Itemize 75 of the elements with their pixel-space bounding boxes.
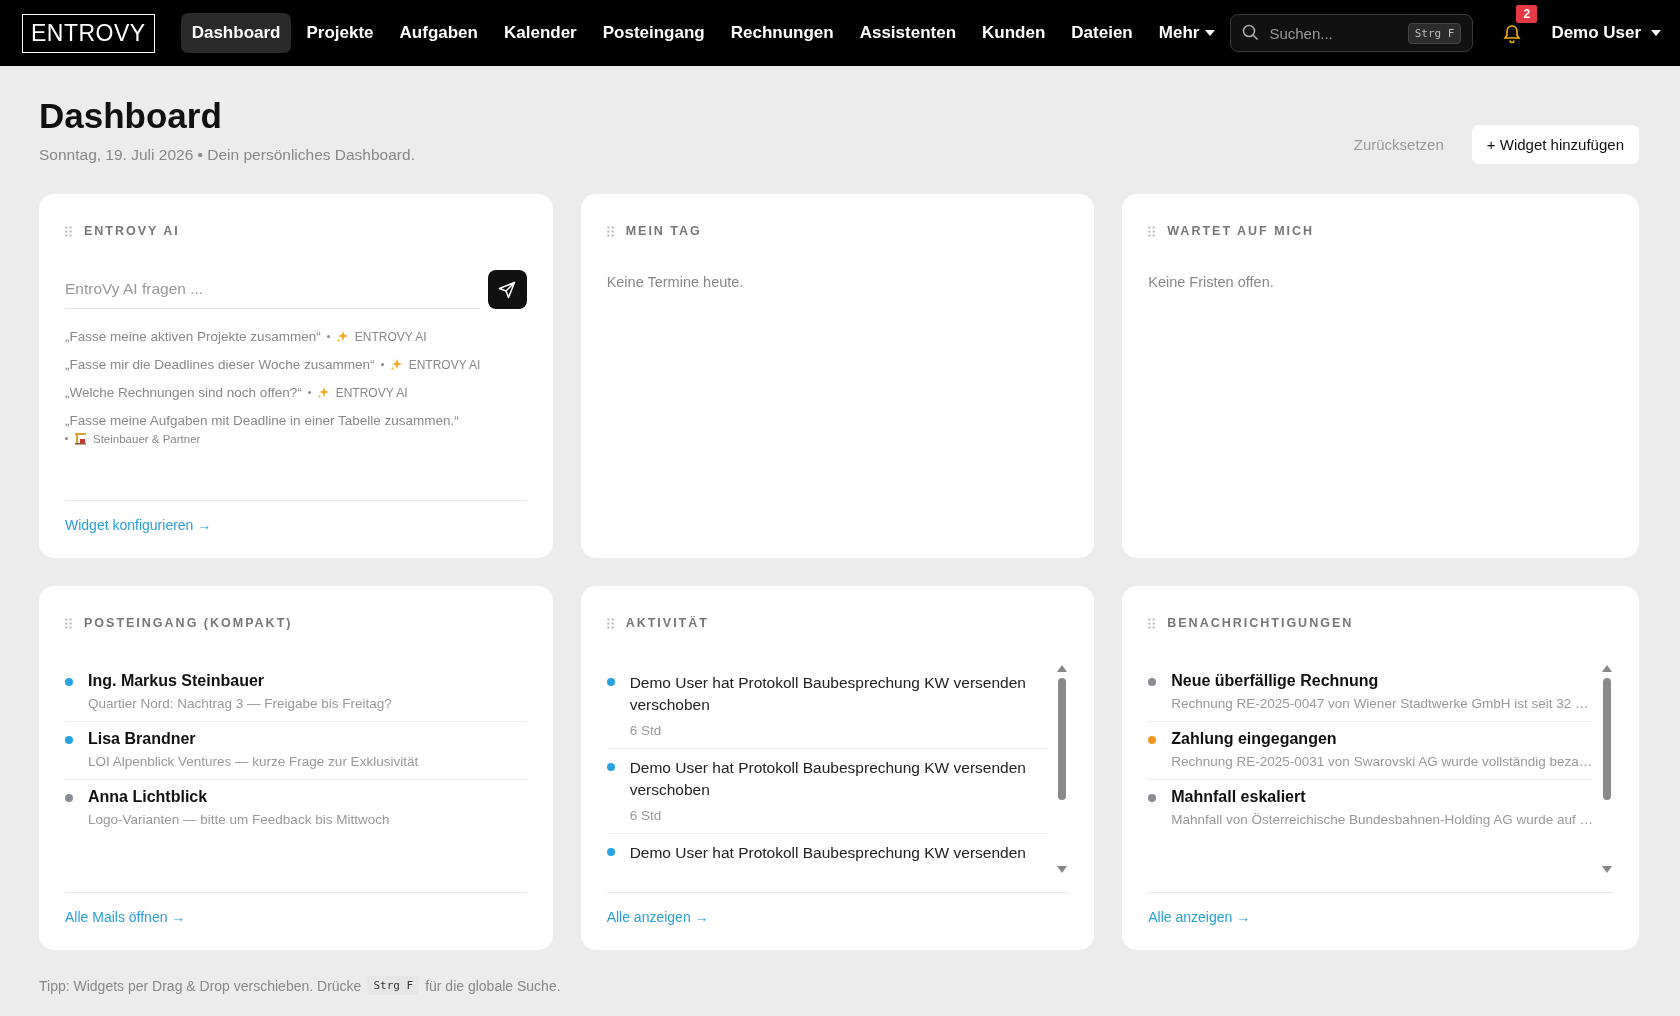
- item-text: Mahnfall von Österreichische Bundesbahnen-Holding AG wurde auf …: [1171, 812, 1593, 827]
- page-subtitle: Sonntag, 19. Juli 2026 • Dein persönliches Dashboard.: [39, 146, 415, 164]
- crane-icon: [74, 432, 87, 445]
- caret-icon: [1205, 30, 1216, 36]
- item-text: Quartier Nord: Nachtrag 3 — Freigabe bis Freitag?: [88, 696, 392, 711]
- item-text: Rechnung RE-2025-0031 von Swarovski AG wurde vollständig beza…: [1171, 754, 1593, 769]
- activity-text: Demo User hat Protokoll Baubesprechung KW versenden: [629, 842, 1026, 863]
- activity-text: Demo User hat Protokoll Baubesprechung KW versenden verschoben: [629, 757, 1027, 801]
- item-title: Zahlung eingegangen: [1171, 730, 1338, 748]
- empty-message: Keine Fristen offen.: [1148, 274, 1275, 290]
- widget-title: ENTROVY AI: [84, 224, 180, 238]
- source-label: ENTROVY AI: [408, 357, 481, 372]
- drag-handle-icon[interactable]: [1148, 225, 1156, 237]
- sparkle-icon: [316, 386, 330, 399]
- widget-title: WARTET AUF MICH: [1167, 224, 1315, 238]
- scrollbar[interactable]: [1056, 664, 1069, 874]
- item-text: Rechnung RE-2025-0047 von Wiener Stadtwerke GmbH ist seit 32 …: [1171, 696, 1589, 711]
- send-icon: [498, 280, 517, 299]
- search-icon: [1242, 24, 1260, 41]
- tip-text: für die globale Suche.: [425, 977, 561, 994]
- separator-dot: [65, 437, 68, 440]
- activity-time: 6 Std: [629, 722, 663, 738]
- suggestion-link[interactable]: „Fasse meine aktiven Projekte zusammen“: [65, 329, 321, 344]
- notification-count: 2: [1516, 4, 1538, 23]
- send-button[interactable]: [487, 270, 527, 309]
- bell-icon[interactable]: [1503, 23, 1522, 43]
- source-label: Steinbauer & Partner: [93, 432, 201, 445]
- sparkle-icon: [389, 358, 403, 371]
- nav-tab[interactable]: Kunden: [971, 13, 1057, 53]
- activity-time: 6 Std: [629, 807, 663, 823]
- item-text: Logo-Varianten — bitte um Feedback bis Mittwoch: [88, 812, 390, 827]
- logo[interactable]: ENTROVY: [22, 13, 155, 53]
- tip-text: Tipp: Widgets per Drag & Drop verschieben. Drücke: [39, 977, 362, 994]
- widget-title: AKTIVITÄT: [625, 616, 709, 630]
- suggestion-link[interactable]: „Fasse meine Aufgaben mit Deadline in einer Tabelle zusammen.“: [65, 413, 459, 428]
- drag-handle-icon[interactable]: [65, 617, 72, 629]
- user-menu[interactable]: Demo User: [1551, 23, 1662, 43]
- separator-dot: [326, 335, 330, 338]
- item-title: Lisa Brandner: [88, 730, 197, 748]
- separator-dot: [307, 391, 311, 394]
- suggestion-link[interactable]: „Fasse mir die Deadlines dieser Woche zusammen“: [65, 357, 375, 372]
- source-label: ENTROVY AI: [335, 385, 408, 400]
- item-title: Anna Lichtblick: [88, 788, 209, 806]
- drag-handle-icon[interactable]: [65, 225, 72, 237]
- nav-tab[interactable]: Projekte: [295, 13, 385, 53]
- nav-tab[interactable]: Posteingang: [591, 13, 716, 53]
- nav-tab[interactable]: Dateien: [1060, 13, 1144, 53]
- sparkle-icon: [335, 330, 349, 343]
- scrollbar[interactable]: [1601, 664, 1613, 874]
- item-text: LOI Alpenblick Ventures — kurze Frage zur Exklusivität: [88, 754, 419, 769]
- suggestion-link[interactable]: „Welche Rechnungen sind noch offen?“: [65, 385, 302, 400]
- activity-text: Demo User hat Protokoll Baubesprechung KW versenden verschoben: [629, 673, 1027, 716]
- separator-dot: [380, 363, 384, 366]
- nav-tab[interactable]: Aufgaben: [388, 13, 489, 53]
- nav-tab[interactable]: Dashboard: [180, 13, 292, 53]
- shortcut-key: Strg F: [367, 976, 420, 995]
- source-label: ENTROVY AI: [354, 329, 427, 344]
- item-title: Mahnfall eskaliert: [1171, 788, 1307, 806]
- page-title: Dashboard: [39, 96, 223, 136]
- widget-title: BENACHRICHTIGUNGEN: [1167, 616, 1354, 630]
- add-widget-button[interactable]: + Widget hinzufügen: [1471, 125, 1639, 164]
- item-title: Ing. Markus Steinbauer: [88, 672, 266, 690]
- shortcut-key: Strg F: [1407, 23, 1462, 44]
- widget-title: MEIN TAG: [625, 224, 702, 238]
- drag-handle-icon[interactable]: [606, 617, 614, 629]
- caret-icon: [1651, 30, 1662, 36]
- item-title: Neue überfällige Rechnung: [1171, 672, 1380, 690]
- drag-handle-icon[interactable]: [606, 225, 614, 237]
- widget-title: POSTEINGANG (KOMPAKT): [84, 616, 293, 630]
- nav-tab[interactable]: Rechnungen: [719, 13, 845, 53]
- nav-tab[interactable]: Assistenten: [848, 13, 968, 53]
- drag-handle-icon[interactable]: [1148, 617, 1156, 629]
- more-menu[interactable]: Mehr: [1147, 13, 1227, 53]
- empty-message: Keine Termine heute.: [606, 274, 745, 290]
- nav-tab[interactable]: Kalender: [492, 13, 588, 53]
